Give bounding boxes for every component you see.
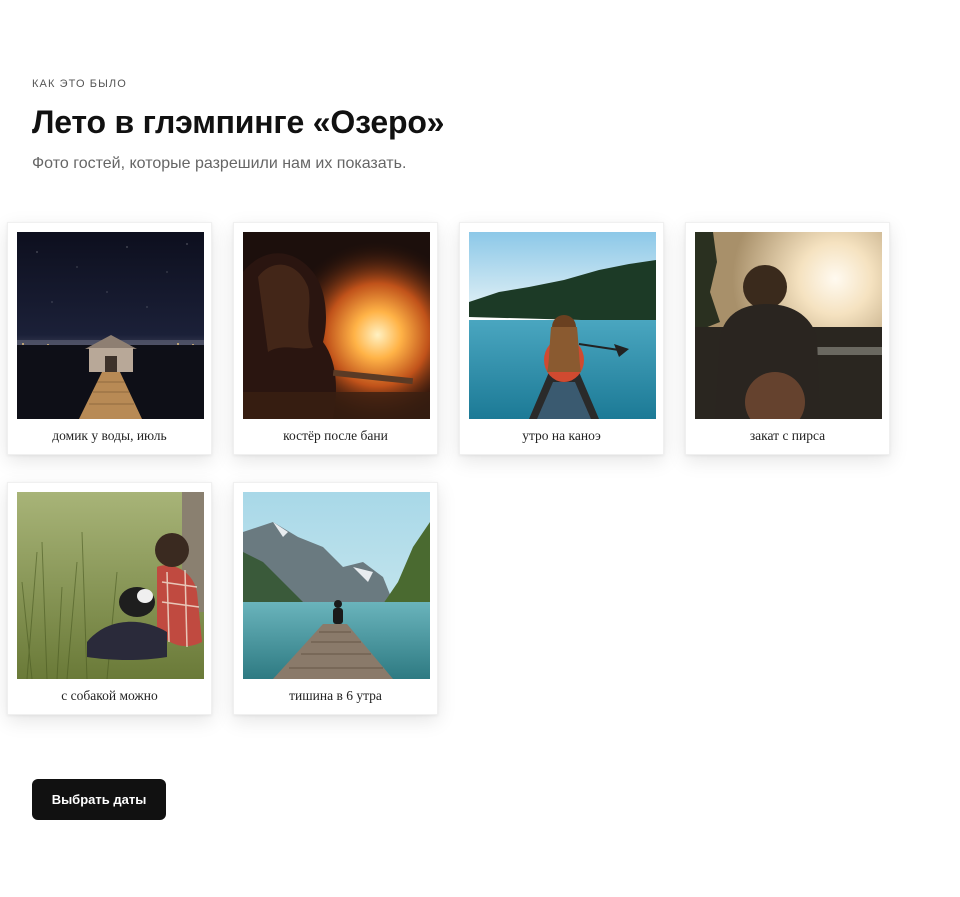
page-title: Лето в глэмпинге «Озеро»: [32, 104, 445, 140]
choose-dates-button[interactable]: Выбрать даты: [32, 779, 166, 820]
photo-card[interactable]: тишина в 6 утра: [233, 482, 438, 715]
photo-sunset-pier: [695, 232, 882, 419]
photo-card[interactable]: домик у воды, июль: [7, 222, 212, 455]
photo-caption: домик у воды, июль: [52, 428, 167, 443]
photo-gallery: домик у воды, июль костёр после бани утр…: [7, 222, 897, 715]
photo-caption: тишина в 6 утра: [289, 688, 382, 703]
photo-caption: закат с пирса: [749, 428, 826, 443]
photo-caption: с собакой можно: [61, 688, 158, 703]
photo-campfire: [243, 232, 430, 419]
photo-card[interactable]: с собакой можно: [7, 482, 212, 715]
photo-mountain-dock: [243, 492, 430, 679]
photo-dog-grass: [17, 492, 204, 679]
photo-caption: костёр после бани: [283, 428, 388, 443]
page-subtitle: Фото гостей, которые разрешили нам их по…: [32, 155, 407, 172]
photo-caption: утро на каноэ: [522, 428, 601, 443]
photo-card[interactable]: утро на каноэ: [459, 222, 664, 455]
eyebrow-label: КАК ЭТО БЫЛО: [32, 78, 127, 90]
photo-card[interactable]: закат с пирса: [685, 222, 890, 455]
photo-card[interactable]: костёр после бани: [233, 222, 438, 455]
photo-canoe: [469, 232, 656, 419]
photo-boathouse: [17, 232, 204, 419]
